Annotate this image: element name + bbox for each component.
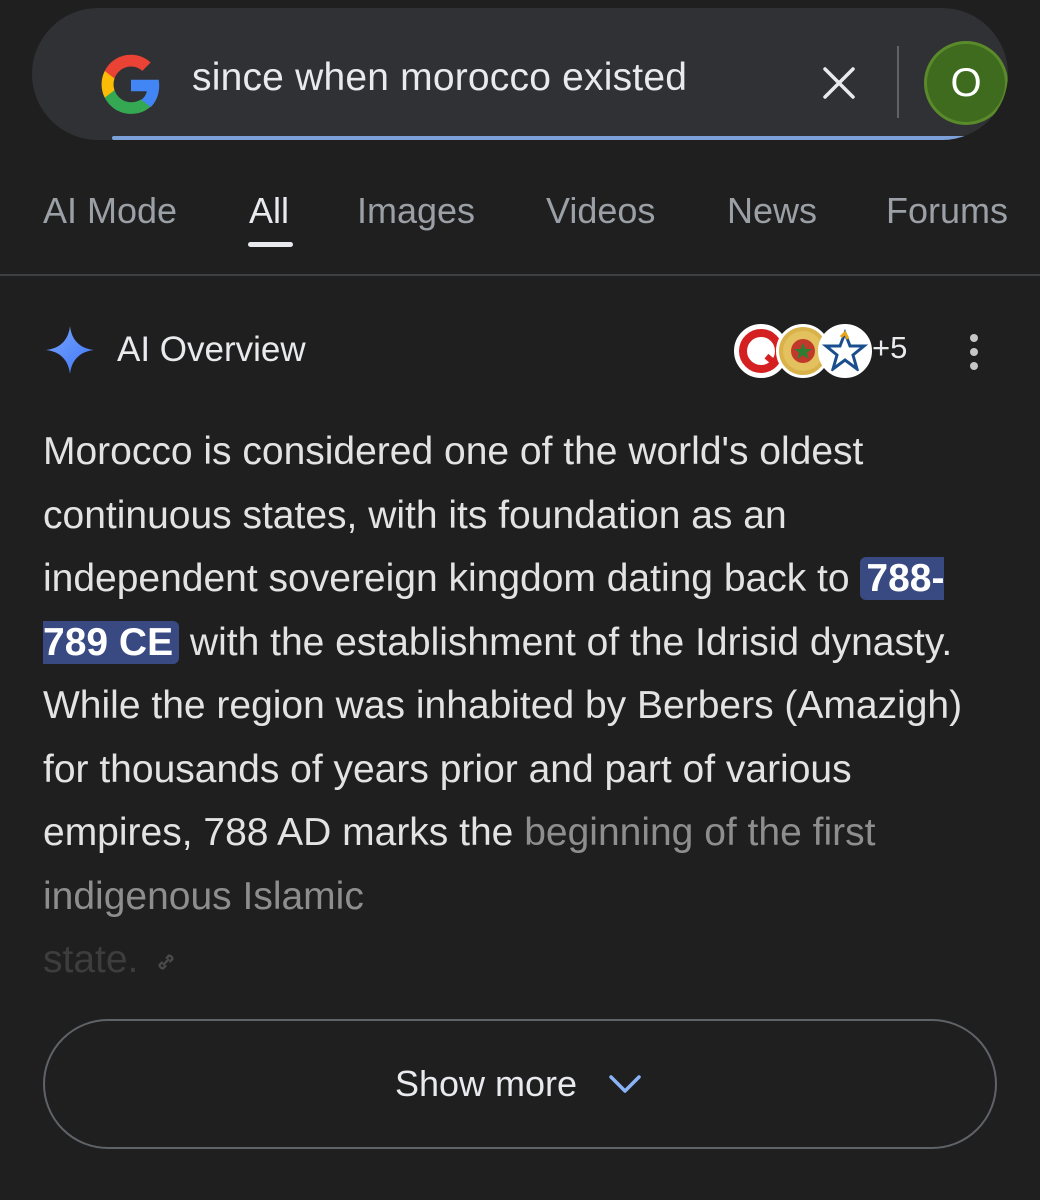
search-input[interactable]: since when morocco existed	[192, 56, 687, 100]
ai-overview-title: AI Overview	[117, 330, 306, 369]
source-avatar[interactable]	[818, 324, 872, 378]
more-options-button[interactable]	[962, 330, 986, 374]
google-g-icon	[101, 54, 160, 114]
show-more-label: Show more	[394, 1063, 578, 1104]
tab-all[interactable]: All	[249, 190, 289, 232]
overview-text-faded: state.	[43, 938, 139, 981]
more-vert-icon	[970, 334, 978, 342]
tab-news[interactable]: News	[727, 190, 817, 232]
ai-overview-body: Morocco is considered one of the world's…	[43, 420, 1003, 992]
star-logo-icon	[821, 328, 869, 373]
ai-overview-header: AI Overview +5	[44, 322, 1004, 378]
tab-images[interactable]: Images	[357, 190, 475, 232]
show-more-button[interactable]: Show more	[43, 1019, 997, 1149]
tab-ai-mode[interactable]: AI Mode	[43, 190, 177, 232]
search-bar[interactable]: since when morocco existed O	[32, 8, 1008, 140]
chevron-down-icon	[609, 1075, 641, 1093]
clear-search-button[interactable]	[814, 58, 864, 108]
account-avatar[interactable]: O	[924, 41, 1008, 125]
tab-forums[interactable]: Forums	[886, 190, 1008, 232]
search-tabs: AI Mode All Images Videos News Forums	[0, 170, 1040, 276]
sparkle-icon	[46, 326, 94, 374]
search-divider	[897, 46, 899, 118]
active-tab-indicator	[248, 242, 293, 247]
source-count[interactable]: +5	[872, 330, 907, 366]
link-icon[interactable]	[152, 948, 180, 976]
close-icon	[823, 67, 855, 99]
overview-text: Morocco is considered one of the world's…	[43, 430, 864, 600]
tab-videos[interactable]: Videos	[546, 190, 655, 232]
